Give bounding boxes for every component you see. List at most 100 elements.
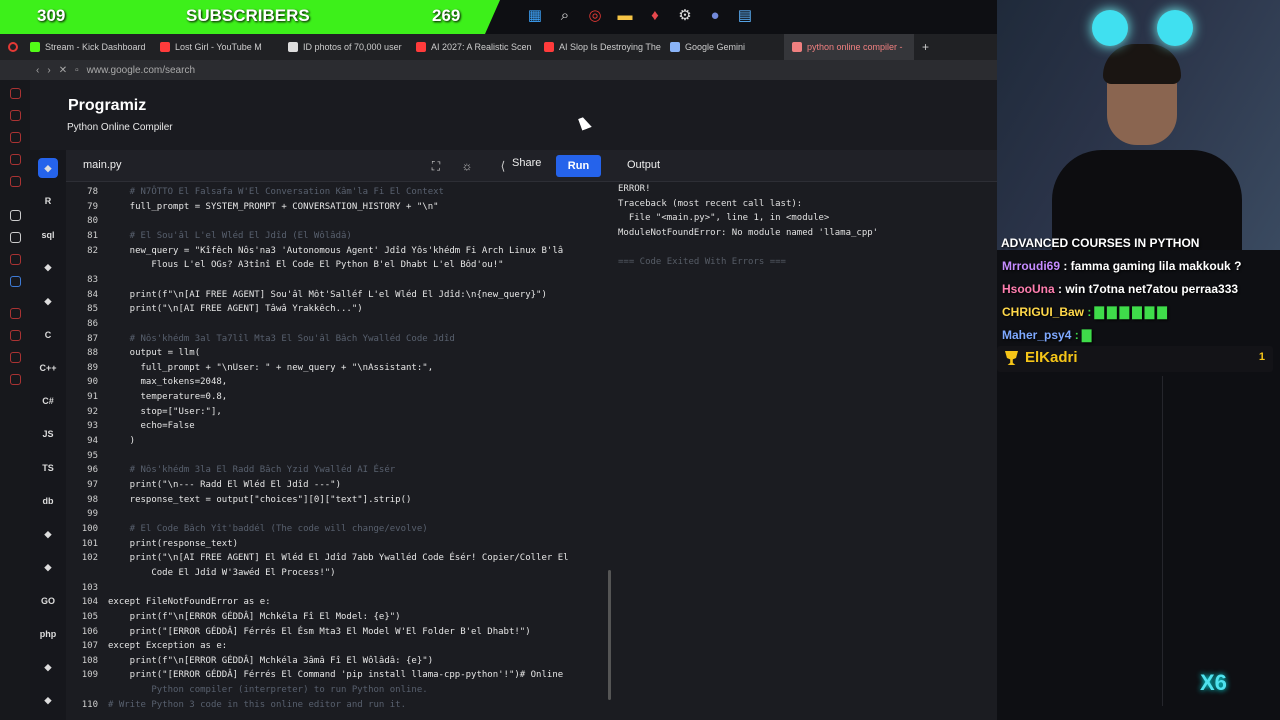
pin-icon[interactable]: ♦: [645, 5, 665, 25]
line-number: 80: [87, 216, 98, 227]
line-number: 98: [87, 494, 98, 505]
code-text: Flous L'el OGs? A3tînî El Code El Python…: [108, 260, 504, 271]
language-js-icon[interactable]: JS: [38, 424, 58, 444]
share-icon[interactable]: ⟨: [495, 158, 511, 174]
code-line: 105 print(f"\n[ERROR GÉDDÂ] Mchkéla Fî E…: [66, 610, 614, 624]
notepad-icon[interactable]: ▤: [735, 5, 755, 25]
language-html-icon[interactable]: ◆: [38, 258, 58, 278]
language-go-icon[interactable]: GO: [38, 591, 58, 611]
code-text: print("[ERROR GÉDDÂ] Férrés El Ésm Mta3 …: [108, 626, 531, 637]
lock-icon: ▫: [75, 64, 79, 76]
browser-tab[interactable]: Stream - Kick Dashboard: [22, 34, 152, 60]
code-text: Python compiler (interpreter) to run Pyt…: [108, 685, 428, 696]
language-ts-icon[interactable]: TS: [38, 458, 58, 478]
line-number: 86: [87, 318, 98, 329]
forward-icon[interactable]: ›: [47, 65, 50, 76]
run-button[interactable]: Run: [556, 155, 601, 177]
sidebar-icon[interactable]: [10, 88, 21, 99]
line-number: 109: [81, 670, 98, 681]
search-icon[interactable]: ⌕: [555, 5, 575, 25]
language-php-icon[interactable]: php: [38, 624, 58, 644]
line-number: 92: [87, 406, 98, 417]
page-subtitle: Python Online Compiler: [67, 122, 173, 133]
theme-toggle-icon[interactable]: ☼: [459, 158, 475, 174]
code-line: Code El Jdîd W'3awéd El Process!"): [66, 566, 614, 580]
browser-tab[interactable]: ID photos of 70,000 user: [280, 34, 408, 60]
code-text: print("\n[AI FREE AGENT] El Wléd El Jdîd…: [108, 553, 569, 564]
code-text: Code El Jdîd W'3awéd El Process!"): [108, 567, 336, 578]
browser-tab[interactable]: AI 2027: A Realistic Scen: [408, 34, 536, 60]
sidebar-icon[interactable]: [10, 330, 21, 341]
file-tab[interactable]: main.py: [83, 159, 122, 171]
line-number: 101: [81, 538, 98, 549]
windows-start-icon[interactable]: ▦: [525, 5, 545, 25]
tab-label: python online compiler -: [807, 42, 903, 52]
code-text: print(f"\n[AI FREE AGENT] Sou'âl Môt'Sal…: [108, 289, 547, 300]
sidebar-icon[interactable]: [10, 154, 21, 165]
output-line: === Code Exited With Errors ===: [618, 257, 786, 267]
sidebar-icon[interactable]: [10, 132, 21, 143]
opera-menu-icon[interactable]: [0, 34, 22, 60]
back-icon[interactable]: ‹: [36, 65, 39, 76]
browser-tab[interactable]: python online compiler -: [784, 34, 914, 60]
language-rust-icon[interactable]: ◆: [38, 524, 58, 544]
sidebar-icon[interactable]: [10, 110, 21, 121]
language-c-icon[interactable]: C#: [38, 391, 58, 411]
share-button[interactable]: Share: [512, 157, 541, 169]
code-text: # N7ÔTTO El Falsafa W'El Conversation Kâ…: [108, 187, 444, 197]
sidebar-icon[interactable]: [10, 374, 21, 385]
language-java-icon[interactable]: ◆: [38, 291, 58, 311]
sidebar-icon[interactable]: [10, 210, 21, 221]
browser-tab[interactable]: AI Slop Is Destroying The: [536, 34, 662, 60]
language-swift-icon[interactable]: ◆: [38, 658, 58, 678]
code-text: # El Sou'âl L'el Wléd El Jdîd (El Wôlâdâ…: [108, 230, 352, 241]
language-c-icon[interactable]: C++: [38, 358, 58, 378]
language-db-icon[interactable]: db: [38, 491, 58, 511]
settings-icon[interactable]: ⚙: [675, 5, 695, 25]
url-text[interactable]: www.google.com/search: [87, 65, 195, 76]
sidebar-icon[interactable]: [10, 352, 21, 363]
language-python-icon[interactable]: ◆: [38, 158, 58, 178]
reload-icon[interactable]: ✕: [59, 65, 67, 76]
sidebar-icon[interactable]: [10, 308, 21, 319]
opera-icon[interactable]: ◎: [585, 5, 605, 25]
chat-message: Mrroudi69 : famma gaming lila makkouk ?: [1002, 259, 1241, 273]
code-line: 108 print(f"\n[ERROR GÉDDÂ] Mchkéla 3âmâ…: [66, 654, 614, 668]
code-text: # Nôs'khédm 3al Ta7lîl Mta3 El Sou'âl Bâ…: [108, 333, 455, 344]
line-number: 81: [87, 230, 98, 241]
line-number: 97: [87, 480, 98, 490]
code-editor[interactable]: 78 # N7ÔTTO El Falsafa W'El Conversation…: [66, 182, 614, 720]
language-ruby-icon[interactable]: ◆: [38, 691, 58, 711]
language-c-icon[interactable]: C: [38, 325, 58, 345]
sidebar-icon[interactable]: [10, 232, 21, 243]
sidebar-icon[interactable]: [10, 254, 21, 265]
sidebar-icon[interactable]: [10, 276, 21, 287]
line-number: 82: [87, 245, 98, 256]
headset-ear-icon: [1157, 10, 1193, 46]
output-line: ERROR!: [618, 184, 651, 194]
chat-text: : ▇: [1071, 328, 1092, 342]
fullscreen-icon[interactable]: ⛶: [428, 158, 444, 174]
address-bar[interactable]: ‹ › ✕ ▫ www.google.com/search: [0, 60, 997, 80]
tab-favicon-icon: [288, 42, 298, 52]
line-number: 110: [81, 699, 98, 710]
line-number: 100: [81, 523, 98, 534]
code-line: 84 print(f"\n[AI FREE AGENT] Sou'âl Môt'…: [66, 288, 614, 302]
code-line: 99: [66, 507, 614, 521]
discord-icon[interactable]: ●: [705, 5, 725, 25]
editor-toolbar: main.py ⛶ ☼ ⟨ Share Run: [66, 150, 614, 182]
language-sql-icon[interactable]: sql: [38, 225, 58, 245]
programiz-logo[interactable]: Programiz: [68, 97, 146, 115]
language-r-icon[interactable]: R: [38, 191, 58, 211]
language-kotlin-icon[interactable]: ◆: [38, 558, 58, 578]
code-text: max_tokens=2048,: [108, 377, 228, 388]
tab-label: ID photos of 70,000 user: [303, 42, 402, 52]
new-tab-button[interactable]: +: [914, 34, 937, 60]
browser-tab[interactable]: Google Gemini: [662, 34, 784, 60]
browser-tab[interactable]: Lost Girl - YouTube M: [152, 34, 280, 60]
code-text: # El Code Bâch Yît'baddél (The code will…: [108, 523, 428, 534]
windows-taskbar: ▦ ⌕ ◎ ▬ ♦ ⚙ ● ▤: [525, 5, 755, 29]
folder-icon[interactable]: ▬: [615, 5, 635, 25]
editor-scrollbar[interactable]: [608, 570, 611, 700]
sidebar-icon[interactable]: [10, 176, 21, 187]
